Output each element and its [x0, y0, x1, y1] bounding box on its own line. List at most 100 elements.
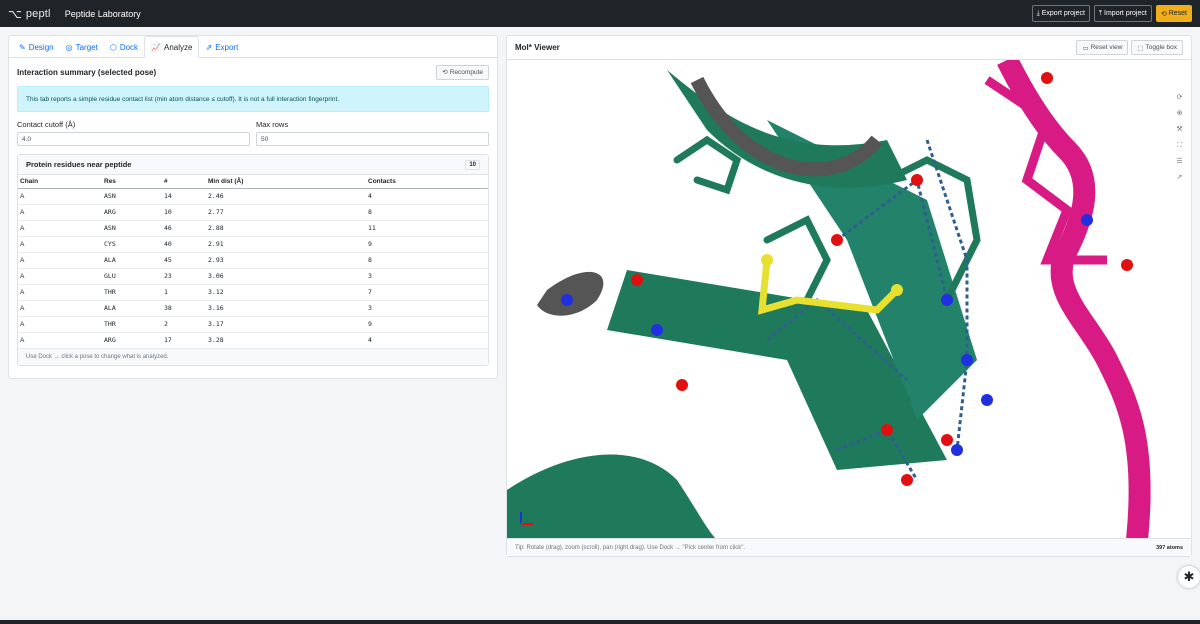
chart-icon: 📈 — [151, 42, 162, 52]
table-cell: 2.93 — [206, 252, 366, 269]
brand[interactable]: ⌥ peptl — [8, 7, 65, 21]
table-cell: THR — [102, 316, 162, 333]
table-row: A THR 2 3.17 9 — [18, 316, 488, 333]
reset-icon: ⟲ — [1160, 10, 1167, 18]
table-cell: 3 — [366, 300, 488, 317]
peptide-tube — [997, 60, 1151, 540]
table-cell: ALA — [102, 300, 162, 317]
table-cell: 2.88 — [206, 220, 366, 237]
cutoff-label: Contact cutoff (Å) — [17, 120, 76, 129]
left-panel: ✎ Design ◎ Target ⬡ Dock 📈 Analyze ⇗ Export I… — [8, 35, 498, 379]
table-cell: 4 — [366, 332, 488, 349]
table-cell: 2.91 — [206, 236, 366, 253]
col-chain: Chain — [18, 175, 102, 189]
top-bar: ⌥ peptl Peptide Laboratory ⤓ Export proje… — [0, 0, 1200, 27]
camera-icon[interactable]: ⊕ — [1174, 108, 1185, 119]
table-cell: A — [18, 316, 102, 333]
table-cell: GLU — [102, 268, 162, 285]
table-cell: 23 — [162, 268, 206, 285]
cursor-icon[interactable]: ➚ — [1174, 172, 1185, 183]
download-icon: ⤓ — [1036, 9, 1040, 17]
table-cell: ASN — [102, 220, 162, 237]
table-cell: 38 — [162, 300, 206, 317]
table-cell: A — [18, 268, 102, 285]
recompute-button[interactable]: ⟲ Recompute — [436, 64, 489, 80]
frame-icon: ▭ — [1082, 44, 1089, 52]
table-cell: 2.77 — [206, 204, 366, 221]
toggle-box-button[interactable]: ⬚ Toggle box — [1131, 40, 1183, 55]
atom-count: 397 atoms — [1156, 544, 1183, 551]
table-row: A ALA 45 2.93 8 — [18, 252, 488, 269]
table-row: A ARG 17 3.28 4 — [18, 332, 488, 349]
table-cell: 9 — [366, 316, 488, 333]
residue-table: Chain Res # Min dist (Å) Contacts A ASN 14… — [18, 175, 488, 349]
asterisk-icon[interactable]: ✱ — [1178, 566, 1200, 588]
table-cell: A — [18, 252, 102, 269]
table-cell: 11 — [366, 220, 488, 237]
reset-view-button[interactable]: ▭ Reset view — [1076, 40, 1129, 55]
table-cell: 1 — [162, 284, 206, 301]
tab-design[interactable]: ✎ Design — [13, 36, 60, 58]
table-cell: A — [18, 188, 102, 205]
tab-bar: ✎ Design ◎ Target ⬡ Dock 📈 Analyze ⇗ Export — [9, 36, 497, 58]
table-cell: 9 — [366, 236, 488, 253]
tab-target[interactable]: ◎ Target — [60, 36, 104, 58]
table-cell: 2.46 — [206, 188, 366, 205]
col-contacts: Contacts — [366, 175, 488, 189]
box-icon: ⬡ — [109, 42, 117, 52]
table-cell: CYS — [102, 236, 162, 253]
table-cell: 3.17 — [206, 316, 366, 333]
section-title: Interaction summary (selected pose) — [17, 67, 157, 77]
molecule-canvas[interactable]: ⟳ ⊕ ⚒ ⛶ ☰ ➚ — [507, 60, 1191, 540]
table-cell: 17 — [162, 332, 206, 349]
tab-analyze[interactable]: 📈 Analyze — [144, 36, 200, 58]
table-cell: A — [18, 300, 102, 317]
viewer-panel: Mol* Viewer ▭ Reset view ⬚ Toggle box ⟳ … — [506, 35, 1192, 557]
col-num: # — [162, 175, 206, 189]
table-cell: 8 — [366, 252, 488, 269]
molecule-render — [507, 60, 1151, 540]
table-cell: 3.12 — [206, 284, 366, 301]
table-title: Protein residues near peptide — [26, 160, 132, 169]
table-cell: 3.06 — [206, 268, 366, 285]
import-project-button[interactable]: ⤒ Import project — [1093, 5, 1152, 22]
table-cell: ARG — [102, 204, 162, 221]
tab-dock[interactable]: ⬡ Dock — [104, 36, 144, 58]
table-cell: 4 — [366, 188, 488, 205]
table-row: A CYS 40 2.91 9 — [18, 236, 488, 253]
table-row: A THR 1 3.12 7 — [18, 284, 488, 301]
box-icon: ⬚ — [1137, 44, 1144, 52]
export-icon: ⇗ — [205, 42, 213, 52]
residues-card: Protein residues near peptide 10 Chain R… — [17, 154, 489, 366]
export-project-button[interactable]: ⤓ Export project — [1031, 5, 1090, 22]
viewer-title: Mol* Viewer — [515, 43, 560, 52]
app-name: peptl — [25, 7, 51, 20]
table-cell: 8 — [366, 204, 488, 221]
page-title: Peptide Laboratory — [64, 8, 141, 19]
upload-icon: ⤒ — [1098, 9, 1103, 17]
table-cell: 3 — [366, 268, 488, 285]
col-min-dist: Min dist (Å) — [206, 175, 366, 189]
viewer-tip: Tip: Rotate (drag), zoom (scroll), pan (… — [515, 544, 746, 551]
refresh-icon[interactable]: ⟳ — [1174, 92, 1185, 103]
col-res: Res — [102, 175, 162, 189]
reset-button[interactable]: ⟲ Reset — [1155, 5, 1192, 22]
table-cell: A — [18, 332, 102, 349]
table-cell: A — [18, 284, 102, 301]
settings-icon[interactable]: ☰ — [1174, 156, 1185, 167]
cutoff-input[interactable]: 4.0 — [17, 132, 250, 146]
table-cell: ARG — [102, 332, 162, 349]
max-rows-input[interactable]: 50 — [256, 132, 489, 146]
table-cell: 10 — [162, 204, 206, 221]
info-alert: This tab reports a simple residue contac… — [17, 86, 489, 112]
refresh-icon: ⟲ — [442, 69, 448, 76]
wrench-icon[interactable]: ⚒ — [1174, 124, 1185, 135]
table-cell: ASN — [102, 188, 162, 205]
tab-export[interactable]: ⇗ Export — [199, 36, 244, 58]
logo-icon: ⌥ — [8, 6, 22, 21]
table-cell: 14 — [162, 188, 206, 205]
expand-icon[interactable]: ⛶ — [1174, 140, 1185, 151]
table-cell: 7 — [366, 284, 488, 301]
table-row: A ASN 14 2.46 4 — [18, 188, 488, 205]
bottom-bar — [0, 620, 1200, 624]
